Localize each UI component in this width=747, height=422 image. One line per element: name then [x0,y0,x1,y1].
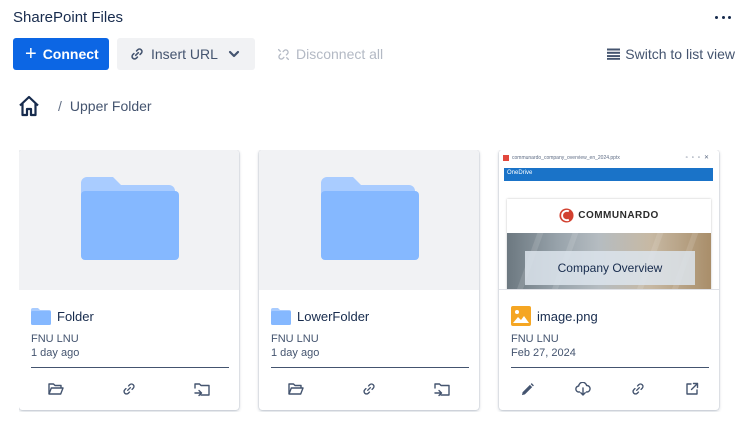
card-divider [271,367,469,368]
window-controls-icon: ▫▫▫✕ [685,155,713,161]
preview-logo-text: COMMUNARDO [578,209,659,221]
file-owner: FNU LNU [31,333,79,345]
folder-thumbnail [19,150,239,290]
image-file-icon [511,306,531,326]
folder-icon [31,307,51,325]
disconnect-all-label: Disconnect all [296,46,384,62]
link-icon [131,48,143,60]
open-external-button[interactable] [681,378,703,400]
preview-app-bar: OneDrive [504,168,713,181]
move-to-folder-icon [433,382,450,396]
switch-to-list-view-label: Switch to list view [625,46,735,62]
folder-card[interactable]: LowerFolder FNU LNU 1 day ago [259,150,479,410]
header: SharePoint Files [13,9,735,29]
card-info: image.png FNU LNU Feb 27, 2024 [511,306,711,360]
connect-label: Connect [42,46,99,62]
more-horizontal-icon [715,15,718,19]
move-to-folder-icon [193,382,210,396]
preview-filename: communardo_company_overview_en_2024.pptx [512,155,620,161]
file-name[interactable]: Folder [57,309,94,324]
app-title: SharePoint Files [13,9,124,26]
open-folder-icon [288,383,304,395]
file-name[interactable]: LowerFolder [297,309,369,324]
open-folder-button[interactable] [45,378,67,400]
file-favicon-icon [503,155,509,161]
list-icon [607,48,621,60]
folder-card[interactable]: Folder FNU LNU 1 day ago [19,150,239,410]
breadcrumb-current: Upper Folder [69,98,152,114]
preview-app-name: OneDrive [507,170,533,176]
link-icon [123,383,135,395]
file-owner: FNU LNU [511,333,559,345]
disconnect-all-button[interactable]: Disconnect all [275,38,395,70]
communardo-logo-icon [559,207,574,223]
preview-slide: COMMUNARDO Company Overview [507,199,711,289]
link-icon [632,383,644,395]
file-name[interactable]: image.png [537,309,598,324]
edit-icon [521,382,534,395]
toolbar: + Connect Insert URL Disconnect all Swit… [13,38,735,70]
file-modified: 1 day ago [31,347,80,359]
card-divider [511,367,709,368]
breadcrumb-separator: / [58,98,62,114]
copy-link-button[interactable] [118,378,140,400]
open-external-icon [686,382,699,395]
copy-link-button[interactable] [627,378,649,400]
breadcrumb: / Upper Folder [17,94,152,118]
card-divider [31,367,229,368]
chevron-down-icon [228,50,240,58]
file-owner: FNU LNU [271,333,319,345]
card-info: LowerFolder FNU LNU 1 day ago [271,306,471,360]
folder-thumbnail [259,150,479,290]
file-modified: Feb 27, 2024 [511,347,576,359]
card-actions [499,378,719,400]
link-icon [363,383,375,395]
unlink-icon [277,48,290,60]
switch-to-list-view-button[interactable]: Switch to list view [603,38,735,70]
folder-icon [321,177,419,260]
move-to-folder-button[interactable] [431,378,453,400]
image-preview: communardo_company_overview_en_2024.pptx… [499,150,719,290]
edit-button[interactable] [516,378,538,400]
insert-url-button[interactable]: Insert URL [117,38,255,70]
folder-icon [81,177,179,260]
more-options-button[interactable] [715,12,731,22]
download-button[interactable] [572,378,594,400]
folder-icon [271,307,291,325]
image-card[interactable]: communardo_company_overview_en_2024.pptx… [499,150,719,410]
card-info: Folder FNU LNU 1 day ago [31,306,231,360]
card-actions [259,378,479,400]
home-icon[interactable] [17,94,41,118]
download-icon [575,382,591,396]
file-modified: 1 day ago [271,347,320,359]
connect-button[interactable]: + Connect [13,38,109,70]
open-folder-button[interactable] [285,378,307,400]
file-grid: Folder FNU LNU 1 day ago LowerFolder FNU… [19,150,747,412]
card-actions [19,378,239,400]
preview-caption: Company Overview [557,261,663,275]
plus-icon: + [25,43,37,65]
preview-photo: Company Overview [507,233,711,289]
open-folder-icon [48,383,64,395]
move-to-folder-button[interactable] [191,378,213,400]
insert-url-label: Insert URL [151,46,218,62]
copy-link-button[interactable] [358,378,380,400]
